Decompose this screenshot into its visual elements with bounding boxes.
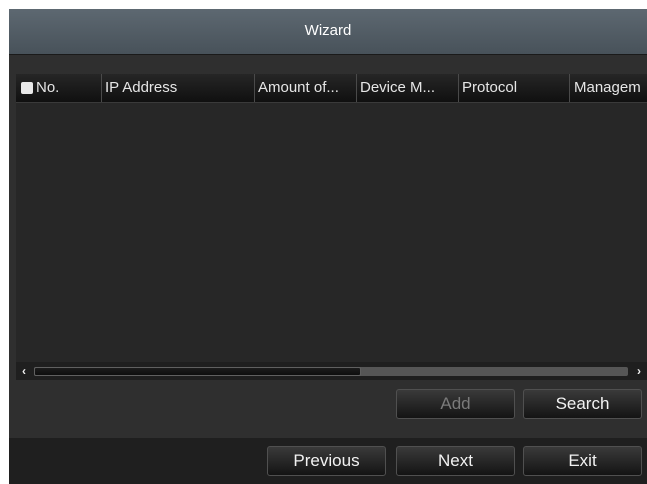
exit-button[interactable]: Exit	[523, 446, 642, 476]
scroll-track[interactable]	[34, 367, 628, 376]
column-header-management[interactable]: Managem	[570, 74, 647, 102]
column-header-device-model[interactable]: Device M...	[357, 74, 459, 102]
device-table: No. IP Address Amount of... Device M... …	[16, 74, 647, 380]
wizard-content: No. IP Address Amount of... Device M... …	[9, 55, 647, 438]
column-header-ip-address[interactable]: IP Address	[102, 74, 255, 102]
table-body	[16, 103, 647, 364]
column-header-label: Managem	[574, 79, 641, 96]
horizontal-scrollbar[interactable]: ‹ ›	[16, 362, 647, 380]
scroll-right-icon[interactable]: ›	[631, 362, 647, 380]
column-header-label: Protocol	[462, 79, 518, 96]
add-button[interactable]: Add	[396, 389, 515, 419]
next-button[interactable]: Next	[396, 446, 515, 476]
column-header-amount[interactable]: Amount of...	[255, 74, 357, 102]
column-header-label: Device M...	[360, 79, 436, 96]
scroll-thumb[interactable]	[34, 367, 361, 376]
footer-bar: Previous Next Exit	[9, 438, 647, 484]
search-button[interactable]: Search	[523, 389, 642, 419]
column-header-protocol[interactable]: Protocol	[459, 74, 570, 102]
select-all-checkbox[interactable]	[21, 82, 33, 94]
window-title: Wizard	[304, 22, 352, 39]
column-header-label: Amount of...	[258, 79, 339, 96]
previous-button[interactable]: Previous	[267, 446, 386, 476]
title-bar: Wizard	[9, 9, 647, 55]
table-header: No. IP Address Amount of... Device M... …	[16, 74, 647, 103]
column-header-label: IP Address	[105, 79, 178, 96]
column-header-no[interactable]: No.	[16, 74, 102, 102]
scroll-left-icon[interactable]: ‹	[16, 362, 32, 380]
wizard-window: Wizard No. IP Address Amount of... Devic…	[9, 9, 647, 484]
